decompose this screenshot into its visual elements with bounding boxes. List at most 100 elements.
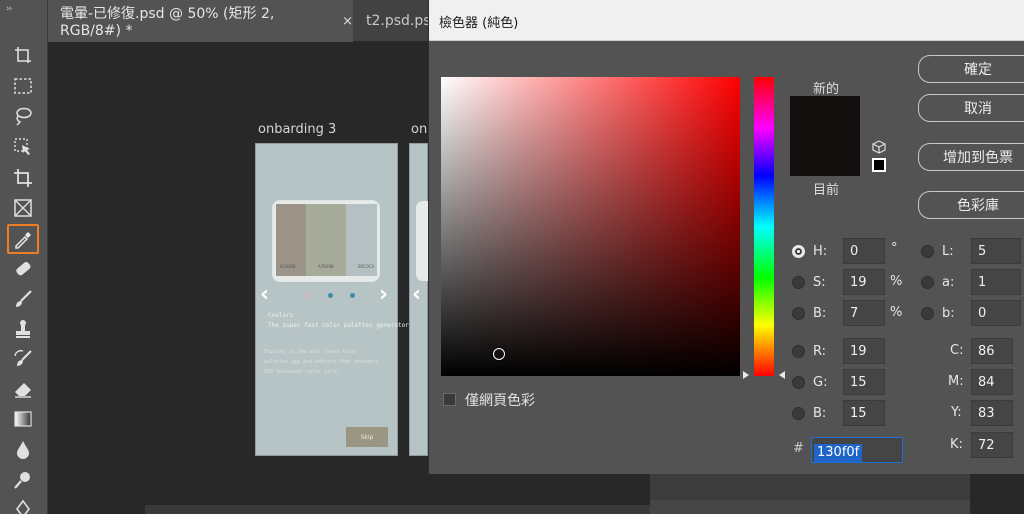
horizontal-scrollbar[interactable] bbox=[145, 505, 650, 514]
tab-document-2[interactable]: t2.psd.psd bbox=[354, 0, 439, 42]
red-input[interactable]: 19 bbox=[843, 338, 885, 364]
degree-unit: ° bbox=[891, 241, 898, 256]
color-selection-ring[interactable] bbox=[493, 348, 505, 360]
lab-b-field-row[interactable]: b: bbox=[921, 300, 955, 326]
gradient-tool-icon[interactable] bbox=[9, 406, 37, 432]
swatch-1: 9C9488 bbox=[276, 204, 306, 276]
hex-value: 130f0f bbox=[814, 444, 863, 462]
saturation-brightness-field[interactable] bbox=[441, 77, 740, 376]
brightness-input[interactable]: 7 bbox=[843, 300, 885, 326]
eyedropper-tool-icon[interactable] bbox=[7, 224, 39, 254]
brush-tool-icon[interactable] bbox=[9, 286, 37, 312]
percent-unit: % bbox=[890, 305, 903, 320]
current-color-swatch[interactable] bbox=[790, 136, 860, 176]
green-label: G: bbox=[813, 374, 828, 390]
lab-a-input[interactable]: 1 bbox=[971, 269, 1021, 295]
black-input[interactable]: 72 bbox=[971, 432, 1013, 458]
hue-slider-right-arrow-icon[interactable] bbox=[779, 371, 785, 379]
out-of-gamut-cube-icon[interactable] bbox=[872, 140, 886, 154]
yellow-label: Y: bbox=[951, 405, 962, 420]
lab-b-input[interactable]: 0 bbox=[971, 300, 1021, 326]
radio-saturation[interactable] bbox=[792, 275, 805, 289]
blue-label: B: bbox=[813, 405, 827, 421]
artboard-onboarding-3[interactable]: 9C9488 A7B398 B5C0C3 ‹ › Coolors The sup… bbox=[255, 143, 413, 456]
red-field-row[interactable]: R: bbox=[792, 338, 826, 364]
clone-stamp-icon[interactable] bbox=[9, 316, 37, 342]
close-icon[interactable]: × bbox=[342, 14, 353, 29]
hue-slider-left-arrow-icon[interactable] bbox=[743, 371, 749, 379]
hue-slider[interactable] bbox=[754, 77, 774, 376]
color-libraries-button[interactable]: 色彩庫 bbox=[918, 191, 1024, 219]
frame-tool-icon[interactable] bbox=[9, 195, 37, 221]
palette-card: 9C9488 A7B398 B5C0C3 bbox=[273, 201, 379, 281]
current-color-label: 目前 bbox=[812, 183, 839, 198]
eraser-tool-icon[interactable] bbox=[9, 376, 37, 402]
artboard-label[interactable]: onbarding 3 bbox=[258, 122, 336, 137]
artboard-body: Explore in the most loved color palettes… bbox=[264, 349, 379, 375]
page-dot bbox=[306, 293, 311, 298]
canvas-area[interactable]: onbarding 3 onb 9C9488 A7B398 B5C0C3 ‹ ›… bbox=[48, 42, 435, 514]
chevron-left-icon: ‹ bbox=[260, 282, 270, 307]
dialog-titlebar[interactable]: 檢色器 (純色) bbox=[429, 0, 1024, 41]
healing-brush-icon[interactable] bbox=[9, 256, 37, 282]
artboard-partial[interactable]: ‹ bbox=[409, 143, 429, 456]
object-selection-icon[interactable] bbox=[9, 134, 37, 160]
pen-tool-icon[interactable] bbox=[9, 496, 37, 514]
lab-a-field-row[interactable]: a: bbox=[921, 269, 954, 295]
chevron-right-icon: › bbox=[379, 282, 389, 307]
history-brush-icon[interactable] bbox=[9, 346, 37, 372]
dodge-tool-icon[interactable] bbox=[9, 467, 37, 493]
add-to-swatches-button[interactable]: 增加到色票 bbox=[918, 143, 1024, 171]
dialog-title: 檢色器 (純色) bbox=[439, 16, 519, 31]
lab-b-label: b: bbox=[942, 305, 955, 321]
lab-l-input[interactable]: 5 bbox=[971, 238, 1021, 264]
hue-label: H: bbox=[813, 243, 828, 259]
radio-green[interactable] bbox=[792, 375, 805, 389]
radio-blue[interactable] bbox=[792, 406, 805, 420]
green-field-row[interactable]: G: bbox=[792, 369, 827, 395]
radio-lab-b[interactable] bbox=[921, 306, 934, 320]
lasso-tool-icon[interactable] bbox=[9, 103, 37, 129]
artboard-tool-icon[interactable] bbox=[9, 42, 37, 68]
photoshop-window: ›› 電暈-已修復.psd @ 50% (矩形 2, RGB/8#) * × t… bbox=[0, 0, 1024, 514]
hue-field-row[interactable]: H: bbox=[792, 238, 827, 264]
green-input[interactable]: 15 bbox=[843, 369, 885, 395]
radio-red[interactable] bbox=[792, 344, 805, 358]
tab-document-1-label: 電暈-已修復.psd @ 50% (矩形 2, RGB/8#) * bbox=[60, 6, 275, 39]
tab-document-1[interactable]: 電暈-已修復.psd @ 50% (矩形 2, RGB/8#) * × bbox=[48, 0, 353, 42]
saturation-label: S: bbox=[813, 274, 826, 290]
hex-input[interactable]: 130f0f bbox=[811, 437, 903, 463]
layers-panel-footer bbox=[650, 500, 970, 514]
lab-l-label: L: bbox=[942, 243, 954, 259]
yellow-input[interactable]: 83 bbox=[971, 400, 1013, 426]
lab-a-label: a: bbox=[942, 274, 955, 290]
radio-lab-l[interactable] bbox=[921, 244, 934, 258]
cancel-button[interactable]: 取消 bbox=[918, 94, 1024, 122]
web-safe-swatch-icon[interactable] bbox=[872, 158, 886, 172]
blue-field-row[interactable]: B: bbox=[792, 400, 826, 426]
lab-l-field-row[interactable]: L: bbox=[921, 238, 954, 264]
magenta-input[interactable]: 84 bbox=[971, 369, 1013, 395]
tools-panel: ›› bbox=[0, 0, 48, 514]
new-color-label: 新的 bbox=[812, 82, 839, 97]
cyan-input[interactable]: 86 bbox=[971, 338, 1013, 364]
saturation-field-row[interactable]: S: bbox=[792, 269, 826, 295]
toolbar-collapse-icon[interactable]: ›› bbox=[6, 4, 12, 14]
new-color-swatch bbox=[790, 96, 860, 136]
skip-button: Skip bbox=[346, 427, 388, 447]
web-colors-only-checkbox[interactable] bbox=[443, 393, 456, 406]
saturation-input[interactable]: 19 bbox=[843, 269, 885, 295]
percent-unit: % bbox=[890, 274, 903, 289]
web-colors-only-label[interactable]: 僅網頁色彩 bbox=[465, 390, 535, 410]
ok-button[interactable]: 確定 bbox=[918, 55, 1024, 83]
page-dot bbox=[328, 293, 333, 298]
rectangular-marquee-icon[interactable] bbox=[9, 73, 37, 99]
hue-input[interactable]: 0 bbox=[843, 238, 885, 264]
crop-tool-icon[interactable] bbox=[9, 165, 37, 191]
radio-brightness[interactable] bbox=[792, 306, 805, 320]
radio-lab-a[interactable] bbox=[921, 275, 934, 289]
blue-input[interactable]: 15 bbox=[843, 400, 885, 426]
brightness-field-row[interactable]: B: bbox=[792, 300, 826, 326]
blur-tool-icon[interactable] bbox=[9, 437, 37, 463]
radio-hue[interactable] bbox=[792, 244, 805, 258]
